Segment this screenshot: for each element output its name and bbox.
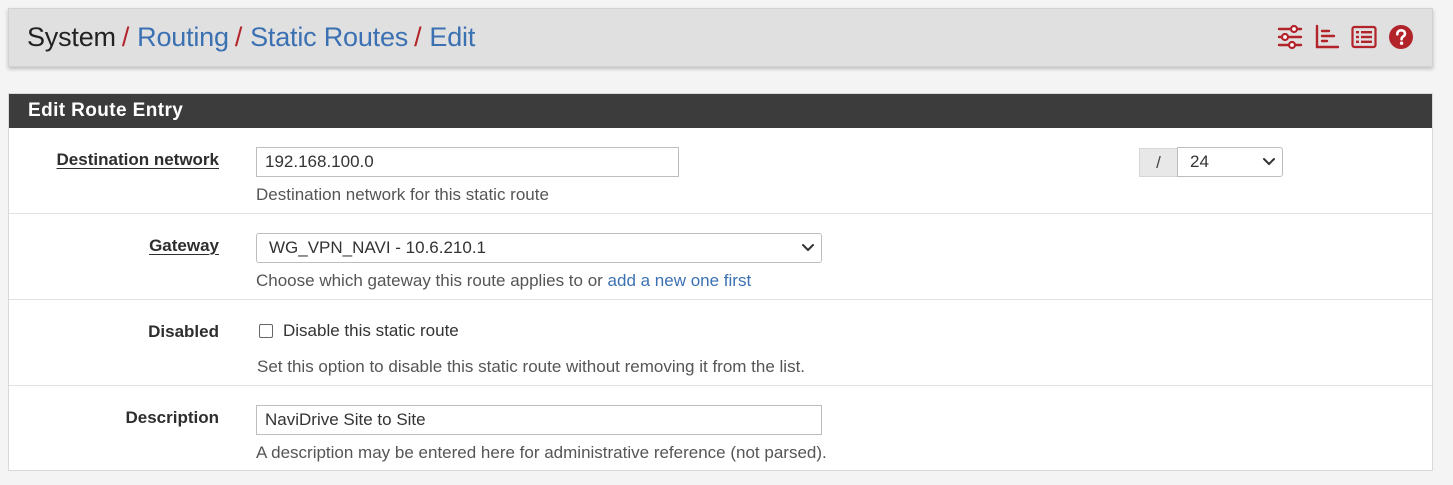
breadcrumb-separator: / [414, 22, 422, 52]
gateway-select[interactable]: WG_VPN_NAVI - 10.6.210.1 [256, 233, 822, 263]
chevron-down-icon [1263, 158, 1275, 165]
description-row: Description A description may be entered… [9, 386, 1432, 472]
breadcrumb-separator: / [234, 22, 243, 52]
sliders-icon[interactable] [1277, 24, 1303, 50]
bar-chart-icon[interactable] [1314, 24, 1340, 50]
destination-network-label[interactable]: Destination network [57, 150, 219, 170]
header-icons [1277, 24, 1414, 50]
breadcrumb-routing[interactable]: Routing [137, 22, 229, 53]
breadcrumb: System / Routing / Static Routes / Edit [9, 22, 475, 53]
add-gateway-link[interactable]: add a new one first [608, 271, 752, 290]
gateway-help: Choose which gateway this route applies … [256, 271, 751, 291]
gateway-label[interactable]: Gateway [149, 236, 219, 256]
breadcrumb-edit[interactable]: Edit [429, 22, 475, 53]
breadcrumb-system: System [27, 22, 116, 52]
disable-route-checkbox-label[interactable]: Disable this static route [283, 321, 459, 341]
disabled-help: Set this option to disable this static r… [257, 357, 806, 376]
disable-route-checkbox[interactable] [259, 324, 273, 338]
subnet-mask-value: 24 [1190, 152, 1209, 171]
breadcrumb-bar: System / Routing / Static Routes / Edit [8, 8, 1433, 67]
destination-network-row: Destination network / 24 Destination net… [9, 128, 1432, 214]
disabled-label: Disabled [148, 322, 219, 341]
list-icon[interactable] [1351, 24, 1377, 50]
help-icon[interactable] [1388, 24, 1414, 50]
destination-network-input[interactable] [256, 147, 679, 177]
gateway-help-text: Choose which gateway this route applies … [256, 271, 608, 290]
description-label: Description [125, 408, 219, 427]
gateway-value: WG_VPN_NAVI - 10.6.210.1 [269, 238, 487, 257]
destination-network-help: Destination network for this static rout… [256, 185, 549, 204]
description-help: A description may be entered here for ad… [256, 443, 827, 462]
chevron-down-icon [802, 244, 814, 251]
subnet-mask-select[interactable]: 24 [1177, 147, 1283, 177]
panel-title: Edit Route Entry [9, 94, 1432, 128]
disabled-row: Disabled Disable this static route Set t… [9, 300, 1432, 386]
edit-route-panel: Edit Route Entry Destination network / 2… [8, 93, 1433, 471]
description-input[interactable] [256, 405, 822, 435]
mask-separator: / [1139, 148, 1178, 177]
breadcrumb-static-routes[interactable]: Static Routes [250, 22, 408, 53]
gateway-row: Gateway WG_VPN_NAVI - 10.6.210.1 Choose … [9, 214, 1432, 300]
breadcrumb-separator: / [121, 22, 130, 52]
